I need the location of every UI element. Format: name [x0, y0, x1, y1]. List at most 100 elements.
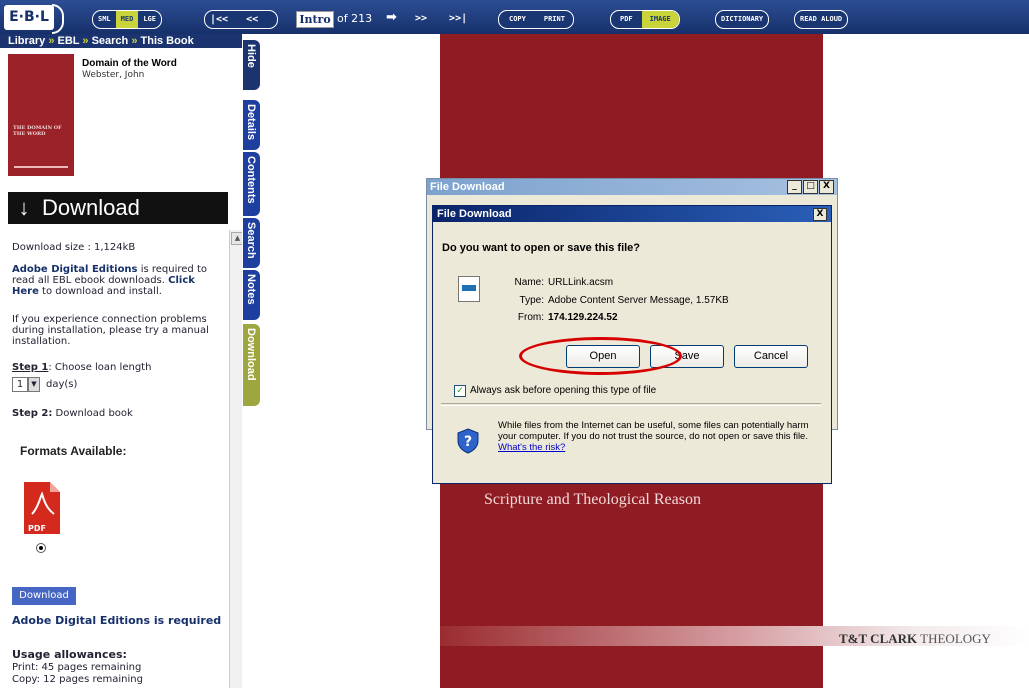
pdf-format-label: PDF: [28, 524, 46, 533]
security-shield-icon: ?: [457, 428, 479, 454]
publisher-name: T&T CLARK: [839, 631, 918, 646]
dialog-separator: [441, 403, 821, 406]
read-aloud-button[interactable]: READ ALOUD: [795, 11, 847, 28]
download-size: Download size : 1,124kB: [12, 242, 136, 253]
tab-details-label: Details: [245, 104, 257, 141]
dialog-close-icon[interactable]: X: [813, 208, 827, 221]
dictionary-button-wrap: DICTIONARY: [715, 10, 770, 29]
last-page-button[interactable]: >>|: [444, 10, 472, 27]
formats-available-label: Formats Available:: [20, 444, 127, 458]
prev-page-button[interactable]: <<: [241, 11, 263, 28]
always-ask-checkbox[interactable]: ✓: [454, 385, 466, 397]
copy-print-group: COPY PRINT: [498, 10, 574, 29]
file-from-row: From: 174.129.224.52: [493, 312, 618, 323]
loan-length-row: 1 ▼ day(s): [12, 377, 77, 392]
always-ask-label: Always ask before opening this type of f…: [470, 385, 657, 396]
page-number-input[interactable]: Intro: [296, 11, 334, 28]
outer-window-title: File Download: [427, 179, 837, 195]
step2-text: Download book: [52, 408, 133, 419]
tab-hide[interactable]: Hide: [243, 40, 260, 90]
whats-the-risk-link[interactable]: What's the risk?: [498, 442, 565, 453]
tab-download-label: Download: [245, 328, 257, 381]
close-icon[interactable]: X: [819, 180, 834, 194]
security-warning-text: While files from the Internet can be use…: [498, 420, 809, 442]
click-here-text: to download and install.: [38, 286, 162, 297]
breadcrumb-ebl[interactable]: EBL: [58, 35, 80, 47]
dialog-title: File Download: [437, 208, 512, 220]
next-page-button[interactable]: >>: [410, 10, 432, 27]
cover-stripe: [14, 166, 68, 168]
tab-notes-label: Notes: [245, 274, 257, 305]
file-name-row: Name: URLLink.acsm: [493, 277, 613, 288]
dialog-question: Do you want to open or save this file?: [442, 242, 641, 254]
page-nav-forward-group: >> >>|: [410, 10, 490, 27]
file-type-value: Adobe Content Server Message, 1.57KB: [548, 295, 729, 306]
tab-contents[interactable]: Contents: [243, 152, 260, 216]
scroll-up-arrow-icon[interactable]: ▲: [231, 232, 242, 245]
cover-subtitle: Scripture and Theological Reason: [484, 491, 701, 508]
ade-link[interactable]: Adobe Digital Editions: [12, 264, 138, 275]
download-heading: ↓ Download: [8, 192, 228, 224]
step1-label: Step 1: [12, 362, 49, 373]
usage-copy: Copy: 12 pages remaining: [12, 674, 143, 685]
panel-scrollbar[interactable]: ▲: [229, 230, 242, 688]
cancel-button[interactable]: Cancel: [734, 345, 808, 368]
file-from-value: 174.129.224.52: [548, 312, 618, 323]
ade-requirement: Adobe Digital Editions is required to re…: [12, 264, 224, 297]
tab-details[interactable]: Details: [243, 100, 260, 150]
publisher-imprint: T&T CLARK THEOLOGY: [839, 631, 991, 647]
dropdown-arrow-icon[interactable]: ▼: [28, 377, 40, 392]
breadcrumb-search[interactable]: Search: [92, 35, 129, 47]
tab-search-label: Search: [245, 222, 257, 259]
file-name-value: URLLink.acsm: [548, 277, 614, 288]
breadcrumb-this-book[interactable]: This Book: [141, 35, 194, 47]
tab-contents-label: Contents: [245, 156, 257, 204]
download-book-button[interactable]: Download: [12, 587, 76, 605]
install-help-text: If you experience connection problems du…: [12, 314, 209, 347]
tab-notes[interactable]: Notes: [243, 270, 260, 320]
tab-hide-label: Hide: [245, 44, 257, 68]
book-title: Domain of the Word: [82, 58, 177, 69]
top-toolbar: E·B·L SML MED LGE |<< << Intro of 213 ➡ …: [0, 0, 1029, 34]
breadcrumb-library[interactable]: Library: [8, 35, 45, 47]
view-mode-group: PDF IMAGE: [610, 10, 680, 29]
book-author: Webster, John: [82, 70, 145, 80]
size-large-button[interactable]: LGE: [138, 11, 161, 28]
svg-text:?: ?: [464, 434, 472, 450]
outer-window-controls: _ □ X: [787, 180, 834, 194]
go-to-page-button[interactable]: ➡: [386, 10, 397, 25]
print-button[interactable]: PRINT: [536, 11, 573, 28]
book-cover-thumbnail[interactable]: THE DOMAIN OF THE WORD: [8, 54, 74, 176]
size-small-button[interactable]: SML: [93, 11, 116, 28]
tab-search[interactable]: Search: [243, 218, 260, 268]
breadcrumb: Library » EBL » Search » This Book: [0, 34, 242, 48]
first-page-button[interactable]: |<<: [205, 11, 233, 28]
download-heading-text: Download: [42, 195, 140, 220]
file-from-label: From:: [517, 312, 544, 323]
size-medium-button[interactable]: MED: [115, 11, 139, 28]
download-arrow-icon: ↓: [18, 195, 30, 220]
ebl-logo[interactable]: E·B·L: [4, 5, 54, 30]
annotation-circle: [519, 337, 682, 375]
maximize-icon[interactable]: □: [803, 180, 818, 194]
copy-button[interactable]: COPY: [499, 11, 536, 28]
tab-download[interactable]: Download: [243, 324, 260, 406]
read-aloud-button-wrap: READ ALOUD: [794, 10, 849, 29]
page-nav-back-group: |<< <<: [204, 10, 278, 29]
pdf-view-button[interactable]: PDF: [611, 11, 642, 28]
step1: Step 1: Choose loan length: [12, 362, 151, 373]
minimize-icon[interactable]: _: [787, 180, 802, 194]
pdf-format-radio[interactable]: [36, 543, 46, 553]
step1-text: : Choose loan length: [48, 362, 152, 373]
ade-required-note: Adobe Digital Editions is required: [12, 614, 222, 627]
image-view-button[interactable]: IMAGE: [641, 11, 679, 28]
loan-length-select[interactable]: 1: [12, 377, 28, 392]
page-total-label: of 213: [337, 12, 373, 25]
logo-arc-decoration: [52, 4, 64, 34]
dictionary-button[interactable]: DICTIONARY: [716, 11, 768, 28]
file-type-label: Type:: [519, 295, 544, 306]
acsm-file-icon: [458, 276, 480, 302]
text-size-group: SML MED LGE: [92, 10, 162, 29]
security-warning: While files from the Internet can be use…: [498, 420, 823, 453]
file-name-label: Name:: [514, 277, 544, 288]
